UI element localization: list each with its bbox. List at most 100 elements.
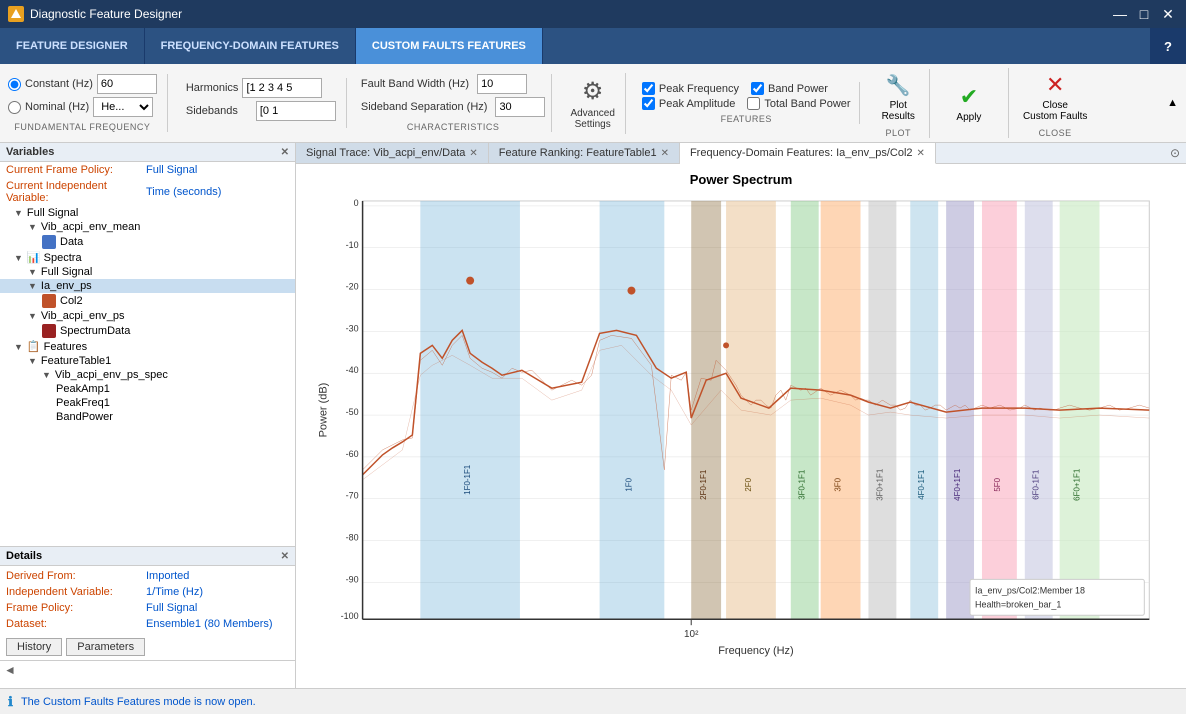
tree-full-signal-2[interactable]: ▼Full Signal [0, 265, 295, 279]
sideband-sep-row: Sideband Separation (Hz) [361, 97, 546, 117]
maximize-button[interactable]: □ [1134, 4, 1154, 24]
tab-custom-faults[interactable]: CUSTOM FAULTS FEATURES [356, 28, 543, 64]
plot-group: 🔧 PlotResults PLOT [868, 69, 930, 138]
peak-amp-checkbox[interactable] [642, 97, 655, 110]
tree-spectrum-data[interactable]: SpectrumData [0, 323, 295, 339]
characteristics-group: Fault Band Width (Hz) Sideband Separatio… [355, 74, 553, 132]
tree-peak-amp1[interactable]: PeakAmp1 [0, 382, 295, 396]
apply-button[interactable]: ✔ Apply [944, 80, 994, 127]
independent-var-row: Current Independent Variable: Time (seco… [0, 178, 295, 206]
tab-feature-designer[interactable]: FEATURE DESIGNER [0, 28, 145, 64]
derived-from-value: Imported [146, 570, 189, 582]
content-tab-feature-ranking[interactable]: Feature Ranking: FeatureTable1 ✕ [489, 143, 680, 163]
nominal-radio[interactable] [8, 101, 21, 114]
tabbar-spacer [543, 28, 1150, 64]
variables-collapse-icon[interactable]: ✕ [281, 147, 289, 158]
constant-radio[interactable] [8, 78, 21, 91]
advanced-settings-button[interactable]: ⚙ AdvancedSettings [560, 73, 625, 134]
feature-ranking-close-icon[interactable]: ✕ [661, 148, 669, 159]
chart-container: Power (dB) 0 -10 -20 -30 -40 -50 -60 -70… [304, 191, 1178, 669]
fault-band-input[interactable] [477, 74, 527, 94]
harmonics-input[interactable] [242, 78, 322, 98]
sidebar: Variables ✕ Current Frame Policy: Full S… [0, 143, 296, 688]
frame-policy-detail-row: Frame Policy: Full Signal [0, 600, 295, 616]
apply-label: Apply [956, 112, 981, 123]
tab-frequency-domain[interactable]: FREQUENCY-DOMAIN FEATURES [145, 28, 356, 64]
toolbar-collapse[interactable]: ▲ [1167, 97, 1178, 109]
fault-band-label: Fault Band Width (Hz) [361, 78, 469, 90]
label-3f0-1f1: 3F0-1F1 [798, 469, 807, 500]
close-section-label: CLOSE [1039, 128, 1072, 138]
independent-variable-label: Independent Variable: [6, 586, 146, 598]
nominal-dropdown[interactable]: He... [93, 97, 153, 117]
peak-amp-label: Peak Amplitude [659, 98, 735, 110]
content-tab-menu-icon[interactable]: ⊙ [1164, 146, 1186, 160]
peak-freq-checkbox[interactable] [642, 82, 655, 95]
signal-trace-close-icon[interactable]: ✕ [469, 148, 477, 159]
harmonics-row: Harmonics [186, 78, 336, 98]
svg-text:-50: -50 [346, 407, 359, 417]
chart-title: Power Spectrum [304, 172, 1178, 187]
harmonics-group: Harmonics Sidebands [176, 78, 347, 128]
sideband-sep-input[interactable] [495, 97, 545, 117]
tree-vib-acpi-env-ps[interactable]: ▼Vib_acpi_env_ps [0, 309, 295, 323]
band-5f0 [982, 201, 1017, 619]
tree-col2[interactable]: Col2 [0, 293, 295, 309]
content-tab-freq-domain[interactable]: Frequency-Domain Features: Ia_env_ps/Col… [680, 143, 936, 164]
tree-vib-acpi-env-ps-spec[interactable]: ▼Vib_acpi_env_ps_spec [0, 368, 295, 382]
derived-from-row: Derived From: Imported [0, 568, 295, 584]
close-button[interactable]: ✕ [1158, 4, 1178, 24]
tree-data[interactable]: Data [0, 234, 295, 250]
freq-domain-close-icon[interactable]: ✕ [917, 148, 925, 159]
band-1f0 [600, 201, 665, 619]
status-message: The Custom Faults Features mode is now o… [21, 696, 256, 708]
total-band-power-checkbox[interactable] [747, 97, 760, 110]
signal-trace-tab-label: Signal Trace: Vib_acpi_env/Data [306, 147, 465, 159]
x-axis-label: Frequency (Hz) [718, 645, 793, 657]
frame-policy-value: Full Signal [146, 164, 197, 176]
constant-value-input[interactable] [97, 74, 157, 94]
statusbar: ℹ The Custom Faults Features mode is now… [0, 688, 1186, 714]
tree-full-signal-1[interactable]: ▼Full Signal [0, 206, 295, 220]
history-button[interactable]: History [6, 638, 62, 656]
tree-band-power[interactable]: BandPower [0, 410, 295, 424]
sidebands-label: Sidebands [186, 105, 238, 117]
details-header: Details ✕ [0, 547, 295, 566]
tree-peak-freq1[interactable]: PeakFreq1 [0, 396, 295, 410]
svg-text:-90: -90 [346, 574, 359, 584]
advanced-settings-label: AdvancedSettings [570, 108, 614, 130]
label-6f0-1f1: 6F0-1F1 [1032, 469, 1041, 500]
help-button[interactable]: ? [1150, 28, 1186, 64]
independent-variable-value: 1/Time (Hz) [146, 586, 203, 598]
label-3f0: 3F0 [834, 477, 843, 491]
svg-text:-70: -70 [346, 491, 359, 501]
dataset-value: Ensemble1 (80 Members) [146, 618, 273, 630]
main-area: Variables ✕ Current Frame Policy: Full S… [0, 143, 1186, 688]
tree-ia-env-ps[interactable]: ▼Ia_env_ps [0, 279, 295, 293]
details-label: Details [6, 550, 42, 562]
fault-band-row: Fault Band Width (Hz) [361, 74, 546, 94]
fundamental-freq-group: Constant (Hz) Nominal (Hz) He... FUNDAME… [8, 74, 168, 132]
minimize-button[interactable]: — [1110, 4, 1130, 24]
band-3f0 [821, 201, 861, 619]
plot-icon: 🔧 [886, 73, 911, 98]
peak-1f0 [627, 287, 635, 295]
details-collapse-icon[interactable]: ✕ [281, 551, 289, 562]
content-tab-signal-trace[interactable]: Signal Trace: Vib_acpi_env/Data ✕ [296, 143, 489, 163]
status-info-icon: ℹ [8, 694, 13, 710]
variables-tree: ▼Full Signal ▼Vib_acpi_env_mean Data ▼📊 … [0, 206, 295, 546]
fundamental-freq-section-label: FUNDAMENTAL FREQUENCY [8, 122, 157, 132]
band-power-checkbox[interactable] [751, 82, 764, 95]
close-custom-faults-button[interactable]: ✕ CloseCustom Faults [1015, 68, 1095, 126]
sidebands-input[interactable] [256, 101, 336, 121]
tree-spectra[interactable]: ▼📊 Spectra [0, 250, 295, 265]
label-2f0: 2F0 [744, 477, 753, 491]
parameters-button[interactable]: Parameters [66, 638, 145, 656]
tree-features[interactable]: ▼📋 Features [0, 339, 295, 354]
plot-results-button[interactable]: 🔧 PlotResults [876, 69, 921, 126]
independent-var-label: Current Independent Variable: [6, 180, 146, 204]
tree-vib-acpi-env-mean[interactable]: ▼Vib_acpi_env_mean [0, 220, 295, 234]
tree-feature-table1[interactable]: ▼FeatureTable1 [0, 354, 295, 368]
sidebar-left-arrow[interactable]: ◄ [4, 663, 16, 677]
x-tick-100: 10² [684, 629, 699, 640]
